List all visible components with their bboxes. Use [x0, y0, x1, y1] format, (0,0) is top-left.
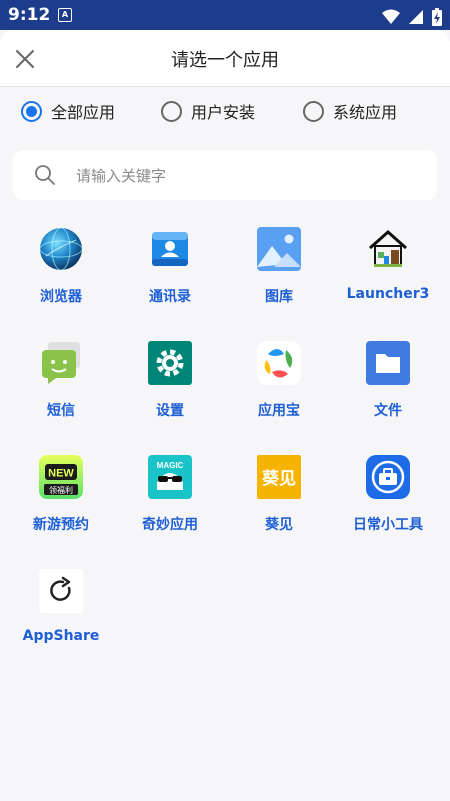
filter-system-apps[interactable]: 系统应用	[303, 99, 397, 123]
filter-all-apps[interactable]: 全部应用	[21, 99, 115, 123]
app-item-new-game[interactable]: NEW 领福利 新游预约	[5, 443, 117, 557]
app-item-files[interactable]: 文件	[332, 329, 444, 443]
launcher-icon	[369, 229, 407, 267]
system-icons	[378, 6, 442, 26]
app-item-gallery[interactable]: 图库	[223, 215, 335, 329]
app-item-browser[interactable]: 浏览器	[5, 215, 117, 329]
filter-label: 全部应用	[51, 103, 116, 122]
dialog-title: 请选一个应用	[171, 50, 279, 71]
magic-app-icon: MAGIC	[148, 455, 192, 499]
filter-label: 系统应用	[333, 103, 398, 122]
app-item-settings[interactable]: 设置	[114, 329, 226, 443]
radio-unchecked-icon	[161, 100, 182, 122]
app-name: 日常小工具	[353, 517, 423, 533]
app-item-launcher3[interactable]: Launcher3	[332, 215, 444, 329]
kuijian-badge-text: 葵见	[262, 469, 296, 489]
magic-badge-text: MAGIC	[157, 461, 184, 470]
app-item-contacts[interactable]: 通讯录	[114, 215, 226, 329]
files-icon	[366, 341, 410, 385]
app-name: 设置	[156, 403, 184, 419]
app-item-magic-app[interactable]: MAGIC 奇妙应用	[114, 443, 226, 557]
app-name: 应用宝	[258, 403, 300, 419]
app-name: 短信	[47, 403, 75, 419]
search-placeholder: 请输入关键字	[76, 167, 167, 185]
search-icon	[35, 165, 55, 185]
settings-icon	[148, 341, 192, 385]
search-input[interactable]: 请输入关键字	[13, 150, 437, 200]
new-badge-text: NEW	[48, 468, 74, 480]
app-name: 文件	[374, 403, 402, 419]
filter-label: 用户安装	[191, 103, 256, 122]
status-bar: 9:12 A	[0, 0, 450, 30]
app-name: Launcher3	[346, 286, 430, 302]
app-item-yingyongbao[interactable]: 应用宝	[223, 329, 335, 443]
radio-unchecked-icon	[303, 100, 324, 122]
filter-user-installed[interactable]: 用户安装	[161, 99, 255, 123]
app-item-kuijian[interactable]: 葵见 葵见	[223, 443, 335, 557]
contacts-icon	[152, 232, 188, 266]
browser-icon	[39, 227, 83, 271]
app-name: 奇妙应用	[142, 517, 198, 533]
app-name: 浏览器	[40, 289, 82, 305]
app-item-toolbox[interactable]: 日常小工具	[332, 443, 444, 557]
wifi-icon	[381, 9, 400, 24]
toolbox-icon	[366, 455, 410, 499]
welfare-badge-text: 领福利	[49, 485, 73, 495]
app-item-appshare[interactable]: AppShare	[5, 557, 117, 671]
app-name: AppShare	[22, 628, 100, 644]
status-time: 9:12	[8, 5, 51, 25]
app-name: 图库	[265, 289, 293, 305]
app-name: 葵见	[265, 517, 293, 533]
radio-checked-icon	[21, 100, 42, 122]
a-notification-icon: A	[58, 8, 72, 22]
app-name: 新游预约	[33, 517, 89, 533]
battery-icon	[432, 7, 442, 26]
app-name: 通讯录	[149, 289, 191, 305]
appshare-icon	[39, 569, 83, 613]
appstore-icon	[257, 341, 301, 385]
app-item-sms[interactable]: 短信	[5, 329, 117, 443]
filter-radio-group: 全部应用 用户安装 系统应用	[0, 87, 450, 137]
new-game-icon: NEW 领福利	[39, 455, 83, 499]
gallery-icon	[257, 227, 301, 271]
signal-icon	[408, 9, 423, 24]
sms-icon	[42, 342, 80, 384]
dialog-header: 请选一个应用	[0, 30, 450, 87]
kuijian-icon: 葵见	[257, 455, 301, 499]
